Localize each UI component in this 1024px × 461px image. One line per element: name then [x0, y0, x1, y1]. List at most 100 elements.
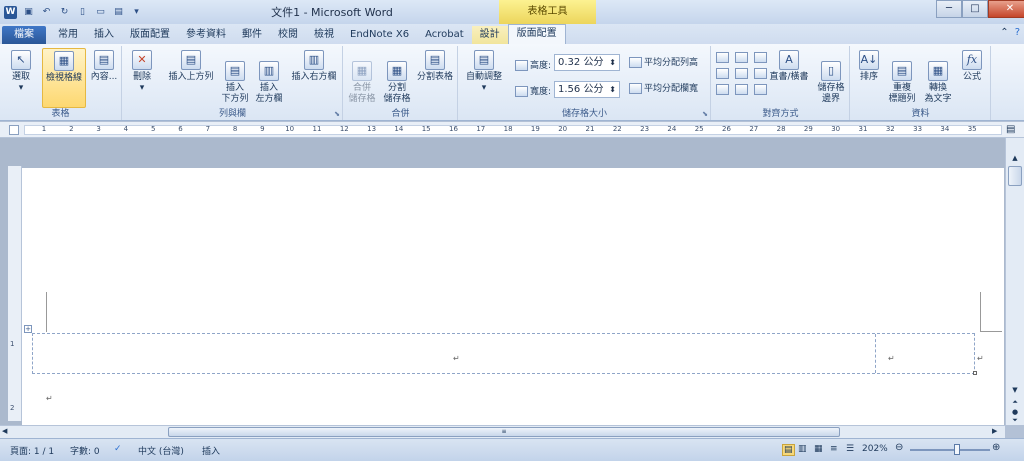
- next-page-icon[interactable]: ⏷: [1008, 416, 1022, 425]
- align-middle-center-icon[interactable]: [735, 68, 748, 79]
- outline-view-icon[interactable]: ≡: [830, 444, 838, 454]
- print-layout-view-icon[interactable]: ▤: [782, 444, 795, 456]
- language[interactable]: 中文 (台灣): [138, 444, 184, 457]
- ruler-tick-4: 4: [123, 125, 129, 133]
- align-middle-left-icon[interactable]: [716, 68, 729, 79]
- previous-page-icon[interactable]: ⏶: [1008, 398, 1022, 407]
- formula-button[interactable]: fx 公式: [957, 50, 987, 83]
- vertical-scrollbar[interactable]: ▲ ▼ ⏶ ● ⏷: [1005, 138, 1024, 425]
- zoom-slider-thumb[interactable]: [954, 444, 960, 455]
- tab-mailings[interactable]: 郵件: [234, 26, 270, 44]
- scroll-up-arrow-icon[interactable]: ▲: [1008, 154, 1022, 164]
- ruler-tick-30: 30: [831, 125, 841, 133]
- table-cell-2[interactable]: ↵: [878, 334, 974, 373]
- proofing-icon[interactable]: ✓: [114, 444, 122, 454]
- align-bottom-right-icon[interactable]: [754, 84, 767, 95]
- customize-qat-icon[interactable]: ▾: [130, 6, 143, 19]
- insert-above-button[interactable]: ▤ 插入上方列: [165, 50, 217, 83]
- word-app-icon[interactable]: W: [4, 5, 17, 19]
- view-ruler-icon[interactable]: ▤: [1006, 124, 1015, 135]
- insert-right-button[interactable]: ▥ 插入右方欄: [287, 50, 341, 83]
- insert-mode[interactable]: 插入: [202, 444, 220, 457]
- sort-button[interactable]: A↓ 排序: [855, 50, 883, 83]
- web-layout-icon[interactable]: ▦: [814, 444, 823, 454]
- delete-button[interactable]: ✕ 刪除 ▾: [127, 50, 157, 94]
- scroll-left-arrow-icon[interactable]: ◀: [2, 427, 7, 435]
- browse-object-icon[interactable]: ●: [1008, 408, 1022, 416]
- convert-to-text-button[interactable]: ▦ 轉換 為文字: [921, 50, 955, 105]
- text-direction-button[interactable]: A 直書/橫書: [766, 50, 812, 83]
- view-gridlines-button[interactable]: ▦ 檢視格線: [42, 48, 86, 108]
- ruler-tick-7: 7: [205, 125, 211, 133]
- dialog-launcher-icon[interactable]: ⬊: [334, 110, 340, 118]
- minimize-ribbon-icon[interactable]: ⌃: [1000, 27, 1008, 38]
- word-count[interactable]: 字數: 0: [70, 444, 100, 457]
- hscroll-thumb[interactable]: ≡: [168, 427, 840, 437]
- tab-home[interactable]: 常用: [50, 26, 86, 44]
- spinner-arrows-icon[interactable]: ⬍: [609, 55, 616, 70]
- tab-table-layout[interactable]: 版面配置: [507, 24, 566, 44]
- document-page[interactable]: + ↵ ↵ ↵ ↵: [22, 168, 1004, 426]
- print-preview-icon[interactable]: ▤: [112, 6, 125, 19]
- align-top-center-icon[interactable]: [735, 52, 748, 63]
- scroll-down-arrow-icon[interactable]: ▼: [1008, 386, 1022, 394]
- help-icon[interactable]: ?: [1015, 27, 1020, 38]
- distribute-rows-button[interactable]: 平均分配列高: [629, 57, 698, 69]
- tab-file[interactable]: 檔案: [2, 26, 46, 44]
- tab-page-layout[interactable]: 版面配置: [122, 26, 178, 44]
- page-count[interactable]: 頁面: 1 / 1: [10, 444, 54, 457]
- height-spinner[interactable]: 0.32 公分 ⬍: [554, 54, 620, 71]
- align-bottom-left-icon[interactable]: [716, 84, 729, 95]
- tab-view[interactable]: 檢視: [306, 26, 342, 44]
- table-resize-handle[interactable]: [973, 371, 977, 375]
- zoom-slider[interactable]: [910, 449, 990, 451]
- table-move-handle-icon[interactable]: +: [24, 325, 32, 333]
- split-table-button[interactable]: ▤ 分割表格: [414, 50, 456, 83]
- scroll-right-arrow-icon[interactable]: ▶: [992, 427, 997, 435]
- tab-insert[interactable]: 插入: [86, 26, 122, 44]
- align-top-left-icon[interactable]: [716, 52, 729, 63]
- zoom-level[interactable]: 202%: [862, 444, 888, 454]
- dialog-launcher-icon[interactable]: ⬊: [702, 110, 708, 118]
- cell-margins-button[interactable]: ▯ 儲存格 邊界: [814, 50, 848, 105]
- select-button[interactable]: ↖ 選取 ▾: [6, 50, 36, 94]
- zoom-out-icon[interactable]: ⊖: [895, 442, 903, 453]
- tab-acrobat[interactable]: Acrobat: [417, 26, 472, 44]
- tab-endnote[interactable]: EndNote X6: [342, 26, 417, 44]
- autofit-button[interactable]: ▤ 自動調整 ▾: [461, 50, 507, 94]
- redo-icon[interactable]: ↻: [58, 6, 71, 19]
- table-cell-1[interactable]: ↵: [33, 334, 876, 373]
- repeat-header-button[interactable]: ▤ 重複 標題列: [885, 50, 919, 105]
- maximize-button[interactable]: □: [962, 0, 988, 18]
- distribute-cols-button[interactable]: 平均分配欄寬: [629, 83, 698, 95]
- undo-icon[interactable]: ↶: [40, 6, 53, 19]
- properties-button[interactable]: ▤ 內容...: [88, 50, 120, 83]
- ruler-tick-14: 14: [394, 125, 404, 133]
- table[interactable]: ↵ ↵ ↵: [32, 333, 984, 375]
- tab-table-design[interactable]: 設計: [471, 26, 508, 44]
- scroll-thumb[interactable]: [1008, 166, 1022, 186]
- width-spinner[interactable]: 1.56 公分 ⬍: [554, 81, 620, 98]
- horizontal-scrollbar[interactable]: ◀ ≡ ▶: [0, 425, 1005, 438]
- group-cell-size: ▤ 自動調整 ▾ 高度: 0.32 公分 ⬍ 寬度: 1.56 公分 ⬍ 平均分配列高 …: [459, 46, 711, 120]
- minimize-button[interactable]: ─: [936, 0, 962, 18]
- align-bottom-center-icon[interactable]: [735, 84, 748, 95]
- zoom-in-icon[interactable]: ⊕: [992, 442, 1000, 453]
- merge-cells-button[interactable]: ▦ 合併 儲存格: [346, 50, 378, 105]
- width-value: 1.56 公分: [558, 84, 604, 95]
- spinner-arrows-icon[interactable]: ⬍: [609, 82, 616, 97]
- full-screen-reading-icon[interactable]: ▥: [798, 444, 807, 454]
- tab-review[interactable]: 校閱: [270, 26, 306, 44]
- open-folder-icon[interactable]: ▭: [94, 6, 107, 19]
- insert-below-button[interactable]: ▤ 插入 下方列: [219, 50, 251, 105]
- tab-references[interactable]: 參考資料: [178, 26, 234, 44]
- repeat-header-label: 重複 標題列: [888, 83, 916, 104]
- close-button[interactable]: ✕: [988, 0, 1024, 18]
- split-cells-button[interactable]: ▦ 分割 儲存格: [380, 50, 414, 105]
- new-document-icon[interactable]: ▯: [76, 6, 89, 19]
- draft-view-icon[interactable]: ☰: [846, 444, 854, 454]
- ruler-tick-1: 1: [41, 125, 47, 133]
- ruler-tick-25: 25: [694, 125, 704, 133]
- save-icon[interactable]: ▣: [22, 6, 35, 19]
- insert-left-button[interactable]: ▥ 插入 左方欄: [253, 50, 285, 105]
